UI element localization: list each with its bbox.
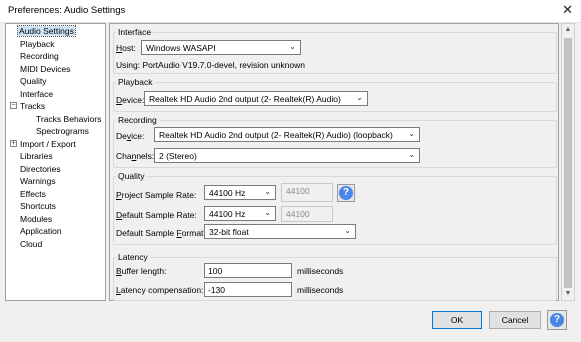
scroll-up-icon[interactable]: ▲ bbox=[562, 24, 574, 36]
tree-item-tracks-behaviors[interactable]: Tracks Behaviors bbox=[36, 113, 101, 125]
tree-item-cloud[interactable]: Cloud bbox=[20, 238, 42, 250]
default-rate-input: 44100 bbox=[281, 206, 333, 222]
tree-item-quality[interactable]: Quality bbox=[20, 75, 46, 87]
help-icon: ? bbox=[339, 186, 353, 200]
recording-device-dropdown[interactable]: Realtek HD Audio 2nd output (2- Realtek(… bbox=[154, 127, 420, 142]
cancel-button[interactable]: Cancel bbox=[489, 311, 541, 329]
tree-item-warnings[interactable]: Warnings bbox=[20, 175, 56, 187]
tree-item-audio-settings[interactable]: Audio Settings bbox=[17, 25, 76, 37]
tree-item-recording[interactable]: Recording bbox=[20, 50, 59, 62]
tree-item-directories[interactable]: Directories bbox=[20, 163, 61, 175]
title-bar: Preferences: Audio Settings ✕ bbox=[0, 0, 581, 23]
buffer-length-label: Buffer length: bbox=[116, 266, 167, 276]
portaudio-version: Using: PortAudio V19.7.0-devel, revision… bbox=[116, 60, 305, 70]
close-icon[interactable]: ✕ bbox=[562, 2, 573, 18]
chevron-down-icon: ⌄ bbox=[344, 226, 351, 235]
recording-group-title: Recording bbox=[116, 115, 159, 125]
default-rate-dropdown[interactable]: 44100 Hz ⌄ bbox=[204, 206, 276, 221]
expand-import-export-icon[interactable]: + bbox=[10, 139, 17, 147]
category-tree: Audio Settings Playback Recording MIDI D… bbox=[5, 23, 106, 301]
latency-compensation-label: Latency compensation: bbox=[116, 285, 204, 295]
project-rate-input: 44100 bbox=[281, 183, 333, 202]
latency-compensation-input[interactable]: -130 bbox=[204, 282, 292, 297]
tree-item-interface[interactable]: Interface bbox=[20, 88, 53, 100]
tree-item-import-export[interactable]: Import / Export bbox=[20, 138, 76, 150]
playback-group-title: Playback bbox=[116, 77, 155, 87]
settings-panel: Interface Host: Windows WASAPI ⌄ Using: P… bbox=[109, 23, 559, 301]
latency-compensation-unit: milliseconds bbox=[297, 285, 344, 295]
collapse-tracks-icon[interactable]: − bbox=[10, 102, 17, 109]
window-title: Preferences: Audio Settings bbox=[8, 5, 126, 16]
chevron-down-icon: ⌄ bbox=[289, 42, 296, 51]
channels-dropdown[interactable]: 2 (Stereo) ⌄ bbox=[154, 148, 420, 163]
tree-item-playback[interactable]: Playback bbox=[20, 38, 55, 50]
tree-item-application[interactable]: Application bbox=[20, 225, 62, 237]
default-format-label: Default Sample Format: bbox=[116, 228, 206, 238]
buffer-length-unit: milliseconds bbox=[297, 266, 344, 276]
chevron-down-icon: ⌄ bbox=[408, 150, 415, 159]
help-button[interactable]: ? bbox=[547, 310, 567, 330]
help-icon: ? bbox=[550, 313, 564, 327]
tree-item-libraries[interactable]: Libraries bbox=[20, 150, 53, 162]
tree-item-modules[interactable]: Modules bbox=[20, 213, 52, 225]
chevron-down-icon: ⌄ bbox=[356, 93, 363, 102]
buffer-length-input[interactable]: 100 bbox=[204, 263, 292, 278]
playback-device-dropdown[interactable]: Realtek HD Audio 2nd output (2- Realtek(… bbox=[144, 91, 368, 106]
sample-rate-help-button[interactable]: ? bbox=[337, 184, 355, 202]
tree-item-shortcuts[interactable]: Shortcuts bbox=[20, 200, 56, 212]
host-label: Host: bbox=[116, 43, 136, 53]
tree-item-tracks[interactable]: Tracks bbox=[20, 100, 45, 112]
scroll-down-icon[interactable]: ▼ bbox=[562, 288, 574, 300]
chevron-down-icon: ⌄ bbox=[264, 187, 271, 196]
quality-group-title: Quality bbox=[116, 171, 147, 181]
playback-device-label: Device: bbox=[116, 95, 145, 105]
tree-item-effects[interactable]: Effects bbox=[20, 188, 46, 200]
scrollbar-thumb[interactable] bbox=[564, 38, 572, 288]
latency-group-title: Latency bbox=[116, 252, 150, 262]
ok-button[interactable]: OK bbox=[432, 311, 482, 329]
vertical-scrollbar[interactable]: ▲ ▼ bbox=[561, 23, 575, 301]
chevron-down-icon: ⌄ bbox=[264, 208, 271, 217]
interface-group-title: Interface bbox=[116, 27, 154, 37]
tree-item-spectrograms[interactable]: Spectrograms bbox=[36, 125, 89, 137]
default-format-dropdown[interactable]: 32-bit float ⌄ bbox=[204, 224, 356, 239]
chevron-down-icon: ⌄ bbox=[408, 129, 415, 138]
project-rate-label: Project Sample Rate: bbox=[116, 190, 197, 200]
default-rate-label: Default Sample Rate: bbox=[116, 210, 197, 220]
tree-item-midi-devices[interactable]: MIDI Devices bbox=[20, 63, 71, 75]
host-dropdown[interactable]: Windows WASAPI ⌄ bbox=[141, 40, 301, 55]
recording-device-label: Device: bbox=[116, 131, 145, 141]
project-rate-dropdown[interactable]: 44100 Hz ⌄ bbox=[204, 185, 276, 200]
channels-label: Channels: bbox=[116, 151, 155, 161]
